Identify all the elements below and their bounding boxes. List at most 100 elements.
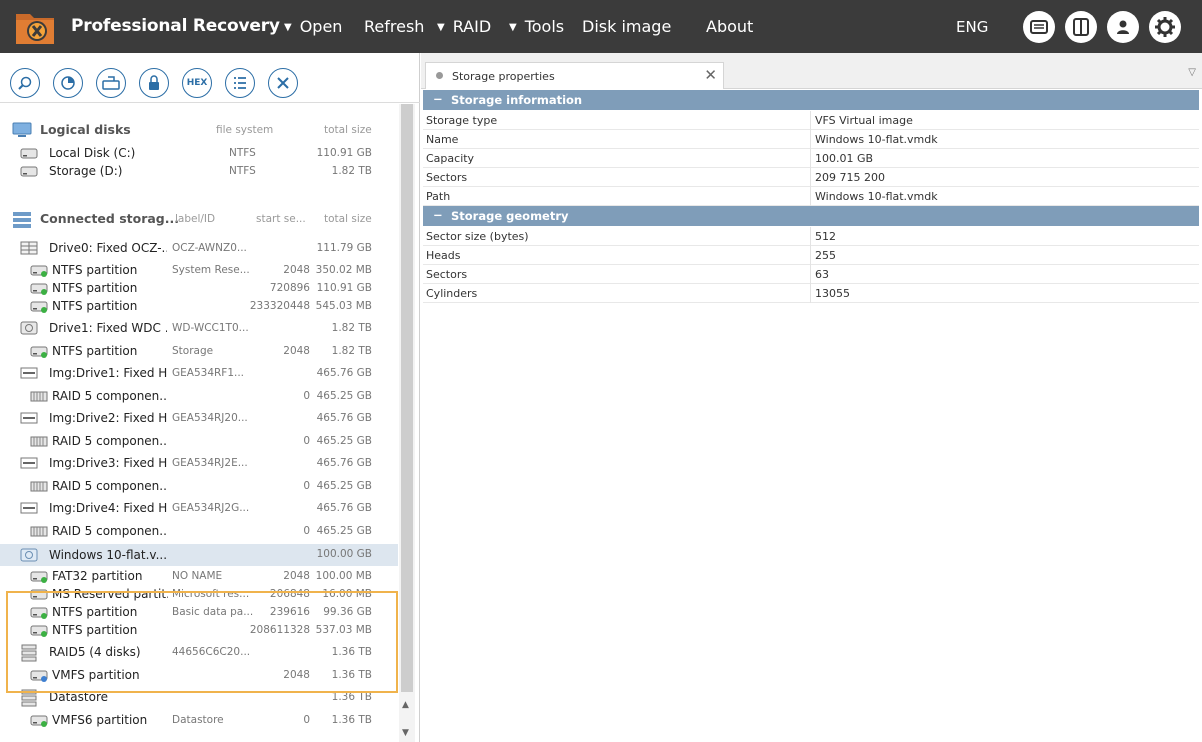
label-id: Datastore	[172, 714, 224, 726]
panel-toggle-button[interactable]	[1065, 11, 1097, 43]
menu-open[interactable]: ▼ Open	[284, 17, 342, 36]
settings-button[interactable]	[1149, 11, 1181, 43]
account-button[interactable]	[1107, 11, 1139, 43]
storage-row[interactable]: Datastore 1.36 TB	[0, 688, 398, 707]
menu-about[interactable]: About	[706, 17, 753, 36]
tab-close-icon[interactable]: ✕	[704, 66, 717, 84]
column-start-sector: start se...	[256, 213, 306, 225]
storage-tree-panel: HEX Logical disks file system total size…	[0, 53, 420, 742]
property-value: Windows 10-flat.vmdk	[815, 190, 938, 203]
total-size: 1.82 TB	[331, 345, 372, 357]
storage-row[interactable]: Windows 10-flat.v... 100.00 GB	[0, 544, 398, 566]
storage-row[interactable]: Drive1: Fixed WDC ... WD-WCC1T0... 1.82 TB	[0, 319, 398, 337]
partition-row[interactable]: NTFS partition 720896 110.91 GB	[0, 279, 398, 297]
menu-raid[interactable]: ▼ RAID	[437, 17, 491, 36]
partition-row[interactable]: VMFS6 partition Datastore 0 1.36 TB	[0, 711, 398, 729]
menu-disk-image[interactable]: ▼Disk image	[582, 17, 671, 36]
caret-down-icon: ▼	[284, 22, 292, 33]
storage-row[interactable]: Img:Drive3: Fixed H... GEA534RJ2E... 465.7…	[0, 454, 398, 472]
partition-row[interactable]: MS Reserved partit... Microsoft res... 206…	[0, 585, 398, 603]
property-value: 512	[815, 230, 836, 243]
partition-row[interactable]: FAT32 partition NO NAME 2048 100.00 MB	[0, 567, 398, 585]
property-row[interactable]: Storage type VFS Virtual image	[423, 111, 1199, 130]
menu-raid-label: RAID	[452, 17, 492, 36]
image-file-icon	[20, 500, 38, 519]
partition-row[interactable]: RAID 5 componen... 0 465.25 GB	[0, 477, 398, 495]
property-row[interactable]: Name Windows 10-flat.vmdk	[423, 130, 1199, 149]
storage-row[interactable]: Img:Drive4: Fixed H... GEA534RJ2G... 465.7…	[0, 499, 398, 517]
log-icon	[1030, 20, 1048, 34]
property-key: Sectors	[426, 171, 468, 184]
storage-name: Datastore	[49, 690, 109, 704]
property-row[interactable]: Sectors 63	[423, 265, 1199, 284]
storage-row[interactable]: RAID5 (4 disks) 44656C6C20... 1.36 TB	[0, 643, 398, 662]
lock-button[interactable]	[139, 68, 169, 98]
scrollbar-thumb[interactable]	[401, 104, 413, 692]
drive-icon	[20, 240, 38, 259]
start-sector: 0	[303, 390, 310, 402]
list-button[interactable]	[225, 68, 255, 98]
menu-tools[interactable]: ▼ Tools	[509, 17, 564, 36]
logical-disk-row[interactable]: Local Disk (C:) NTFS 110.91 GB	[0, 144, 398, 162]
image-file-icon	[20, 365, 38, 384]
partition-row[interactable]: NTFS partition System Rese... 2048 350.02 M…	[0, 261, 398, 279]
column-separator	[810, 149, 811, 168]
label-id: GEA534RJ20...	[172, 412, 248, 424]
partition-row[interactable]: NTFS partition Basic data pa... 239616 99.3…	[0, 603, 398, 621]
property-row[interactable]: Cylinders 13055	[423, 284, 1199, 303]
close-storage-button[interactable]	[268, 68, 298, 98]
partition-row[interactable]: NTFS partition 208611328 537.03 MB	[0, 621, 398, 639]
total-size: 465.25 GB	[316, 390, 372, 402]
group-title: Storage geometry	[451, 209, 569, 223]
property-value: 100.01 GB	[815, 152, 874, 165]
label-id: System Rese...	[172, 264, 250, 276]
create-image-button[interactable]	[96, 68, 126, 98]
menu-about-label: About	[706, 17, 754, 36]
language-selector[interactable]: ENG	[956, 18, 988, 36]
partition-row[interactable]: NTFS partition 233320448 545.03 MB	[0, 297, 398, 315]
partition-row[interactable]: VMFS partition 2048 1.36 TB	[0, 666, 398, 684]
storage-row[interactable]: Img:Drive1: Fixed H... GEA534RF1... 465.76…	[0, 364, 398, 382]
column-separator	[810, 187, 811, 206]
storage-name: Drive1: Fixed WDC ...	[49, 321, 167, 335]
property-row[interactable]: Capacity 100.01 GB	[423, 149, 1199, 168]
scroll-up-icon[interactable]: ▲	[402, 700, 409, 710]
search-button[interactable]	[10, 68, 40, 98]
tab-storage-properties[interactable]: Storage properties ✕	[425, 62, 724, 89]
partition-row[interactable]: RAID 5 componen... 0 465.25 GB	[0, 387, 398, 405]
collapse-icon[interactable]: −	[433, 208, 443, 222]
storage-name: NTFS partition	[52, 263, 138, 277]
vmfs-partition-icon	[30, 667, 48, 686]
start-sector: 0	[303, 525, 310, 537]
scan-disk-icon	[61, 76, 75, 90]
property-row[interactable]: Heads 255	[423, 246, 1199, 265]
storage-name: Img:Drive3: Fixed H...	[49, 456, 167, 470]
storage-name: NTFS partition	[52, 623, 138, 637]
scroll-down-icon[interactable]: ▼	[402, 728, 409, 738]
file-system: NTFS	[229, 147, 256, 159]
raid-array-icon	[20, 644, 38, 665]
storage-row[interactable]: Drive0: Fixed OCZ-... OCZ-AWNZ0... 111.79 …	[0, 239, 398, 257]
hex-viewer-button[interactable]: HEX	[182, 68, 212, 98]
partition-row[interactable]: RAID 5 componen... 0 465.25 GB	[0, 432, 398, 450]
logical-disk-row[interactable]: Storage (D:) NTFS 1.82 TB	[0, 162, 398, 180]
partition-row[interactable]: NTFS partition Storage 2048 1.82 TB	[0, 342, 398, 360]
property-row[interactable]: Path Windows 10-flat.vmdk	[423, 187, 1199, 206]
property-row[interactable]: Sectors 209 715 200	[423, 168, 1199, 187]
collapse-icon[interactable]: −	[433, 92, 443, 106]
menu-refresh[interactable]: Refresh	[364, 17, 424, 36]
log-button[interactable]	[1023, 11, 1055, 43]
scan-button[interactable]	[53, 68, 83, 98]
property-row[interactable]: Sector size (bytes) 512	[423, 227, 1199, 246]
property-key: Sector size (bytes)	[426, 230, 529, 243]
property-group-header[interactable]: − Storage geometry	[423, 206, 1199, 226]
storage-row[interactable]: Img:Drive2: Fixed H... GEA534RJ20... 465.7…	[0, 409, 398, 427]
partition-row[interactable]: RAID 5 componen... 0 465.25 GB	[0, 522, 398, 540]
total-size: 465.76 GB	[316, 457, 372, 469]
file-system: NTFS	[229, 165, 256, 177]
property-group-header[interactable]: − Storage information	[423, 90, 1199, 110]
tree-scrollbar[interactable]: ▲ ▼	[399, 104, 415, 742]
start-sector: 206848	[269, 588, 310, 600]
tab-menu-icon[interactable]: ▽	[1188, 67, 1196, 78]
caret-down-icon: ▼	[509, 22, 517, 33]
